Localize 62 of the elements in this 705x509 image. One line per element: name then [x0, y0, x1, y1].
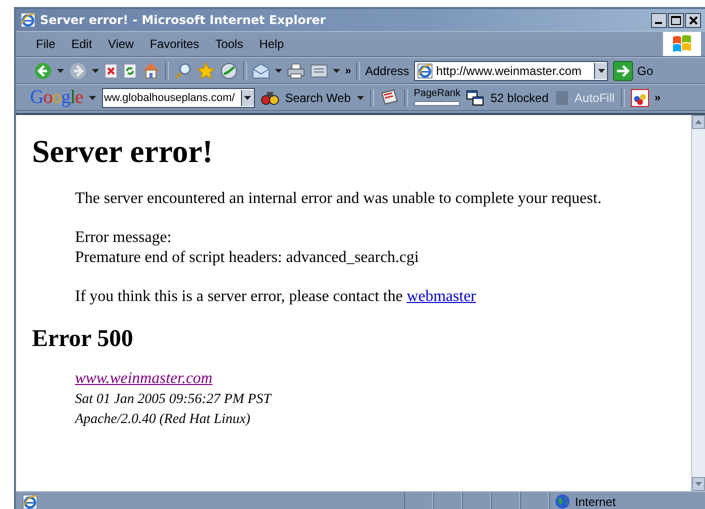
caret-icon[interactable]: [88, 96, 96, 100]
stop-icon[interactable]: [104, 62, 118, 78]
scroll-down-icon[interactable]: [695, 482, 702, 486]
menu-item[interactable]: Help: [259, 37, 284, 51]
go-button[interactable]: Go: [613, 60, 654, 80]
intro-text: The server encountered an internal error and was unable to complete your request.: [75, 190, 602, 208]
contact-text: If you think this is a server error, please contact the webmaster: [75, 288, 477, 306]
toolbar-overflow[interactable]: »: [654, 92, 661, 104]
star-icon[interactable]: [197, 62, 215, 80]
mail-icon[interactable]: [252, 62, 270, 78]
window-title: Server error! - Microsoft Internet Explorer: [40, 13, 327, 27]
search-field[interactable]: ww.globalhouseplans.com/: [102, 88, 255, 108]
webmaster-link[interactable]: webmaster: [406, 288, 476, 305]
zone-label: Internet: [575, 494, 616, 508]
scrollbar[interactable]: [691, 115, 705, 491]
menu-item[interactable]: Tools: [215, 37, 244, 51]
windows-flag-icon: [672, 35, 692, 53]
options-icon[interactable]: [630, 88, 649, 106]
toolbar-overflow[interactable]: »: [345, 64, 352, 76]
globe-icon: [555, 494, 570, 509]
document-icon[interactable]: [310, 62, 328, 78]
search-web-button[interactable]: Search Web: [284, 90, 351, 104]
search-icon[interactable]: [174, 62, 192, 80]
history-icon[interactable]: [220, 62, 238, 80]
caret-icon[interactable]: [92, 68, 99, 72]
dropdown-icon[interactable]: [598, 68, 605, 72]
minimize-button[interactable]: [651, 12, 667, 28]
error-code-heading: Error 500: [32, 326, 134, 353]
dropdown-icon[interactable]: [244, 96, 252, 100]
caret-icon[interactable]: [57, 68, 64, 72]
menu-item[interactable]: File: [36, 37, 56, 51]
address-field[interactable]: http://www.weinmaster.com: [414, 60, 608, 80]
news-icon[interactable]: [380, 89, 398, 106]
page-icon: [417, 62, 434, 78]
popup-windows-icon: [466, 90, 484, 106]
caret-icon[interactable]: [356, 96, 364, 100]
close-button[interactable]: [685, 12, 701, 28]
back-icon[interactable]: [34, 62, 52, 80]
maximize-icon: [671, 16, 681, 24]
home-icon[interactable]: [142, 62, 160, 79]
app-icon: [20, 12, 36, 28]
refresh-icon[interactable]: [123, 62, 137, 78]
page-icon: [22, 494, 38, 509]
close-icon: [688, 16, 698, 24]
menu-item[interactable]: Favorites: [150, 37, 200, 51]
pagerank-label: PageRank: [414, 89, 460, 99]
error-text: Premature end of script headers: advanced_search.cgi: [75, 248, 420, 268]
binoculars-icon: [260, 90, 279, 106]
scroll-up-icon[interactable]: [695, 120, 702, 124]
blocked-count[interactable]: 52 blocked: [490, 90, 549, 104]
caret-icon[interactable]: [275, 68, 282, 72]
printer-icon[interactable]: [287, 62, 305, 78]
page-heading: Server error!: [32, 133, 214, 170]
maximize-button[interactable]: [668, 12, 684, 28]
server-text: Apache/2.0.40 (Red Hat Linux): [75, 411, 252, 429]
menu-item[interactable]: Edit: [71, 37, 92, 51]
menu-item[interactable]: View: [108, 37, 134, 51]
error-label: Error message:: [75, 228, 172, 248]
date-text: Sat 01 Jan 2005 09:56:27 PM PST: [75, 391, 273, 409]
address-label: Address: [365, 64, 410, 78]
caret-icon[interactable]: [333, 68, 340, 72]
site-link[interactable]: www.weinmaster.com: [75, 370, 212, 387]
